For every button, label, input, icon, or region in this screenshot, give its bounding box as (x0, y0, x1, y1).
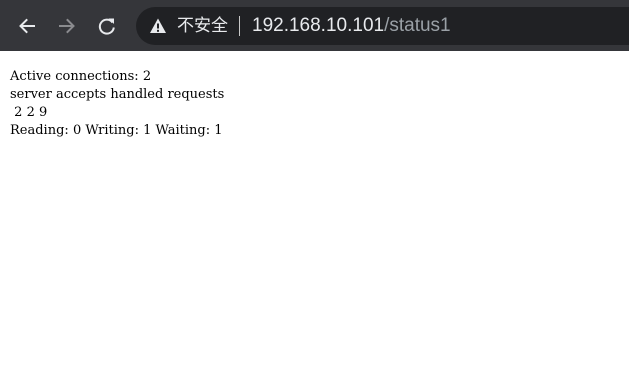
reload-icon (98, 18, 115, 35)
active-connections-value: 2 (142, 69, 152, 84)
server-handled-value: 2 (26, 105, 35, 120)
waiting-value: 1 (214, 123, 223, 138)
server-accepts-value: 2 (14, 105, 23, 120)
security-status-label[interactable]: 不安全 (177, 16, 228, 36)
writing-value: 1 (143, 123, 152, 138)
status-page-content: Active connections: 2 server accepts han… (10, 68, 224, 140)
waiting-label: Waiting: (155, 123, 211, 138)
url-path: /status1 (384, 15, 451, 36)
back-arrow-icon (19, 18, 35, 34)
rw-status-line: Reading: 0 Writing: 1 Waiting: 1 (10, 122, 224, 140)
url-divider (239, 16, 240, 36)
server-requests-value: 9 (38, 105, 48, 120)
reload-button[interactable] (92, 11, 122, 41)
columns-header-line: server accepts handled requests (10, 87, 225, 102)
active-connections-label: Active connections: (10, 69, 139, 84)
url-host: 192.168.10.101 (252, 15, 385, 36)
reading-value: 0 (72, 123, 82, 138)
active-connections-line: Active connections: 2 (10, 68, 224, 86)
browser-toolbar: 不安全 192.168.10.101/status1 (0, 0, 629, 51)
writing-label: Writing: (85, 123, 139, 138)
address-bar[interactable]: 不安全 192.168.10.101/status1 (136, 7, 629, 45)
forward-arrow-icon (59, 18, 75, 34)
forward-button[interactable] (52, 11, 82, 41)
reading-label: Reading: (10, 123, 69, 138)
url-text[interactable]: 192.168.10.101/status1 (252, 15, 451, 37)
back-button[interactable] (12, 11, 42, 41)
warning-icon[interactable] (149, 17, 167, 35)
server-counts-line: 2 2 9 (10, 104, 224, 122)
